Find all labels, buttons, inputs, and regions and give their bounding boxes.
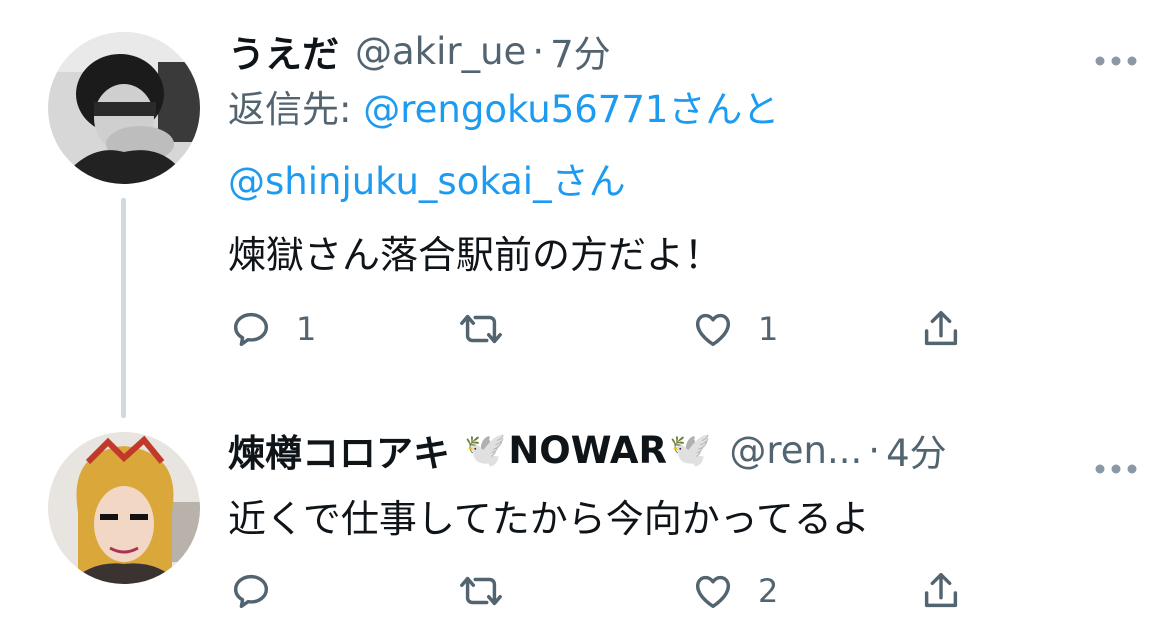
mention-suffix: さん <box>551 160 626 203</box>
reply-button[interactable]: 1 <box>228 304 316 354</box>
avatar-rengoku[interactable] <box>48 432 200 584</box>
reply-icon <box>233 312 269 347</box>
heart-icon <box>695 575 731 609</box>
tweet-2[interactable]: 煉樽コロアキ 🕊️ NOWAR 🕊️ @ren... · 4分 近くで仕事してた… <box>0 400 1170 634</box>
user-handle[interactable]: @ren... <box>729 429 862 472</box>
tweet-text: 煉獄さん落合駅前の方だよ！ <box>228 233 723 277</box>
like-button[interactable]: 2 <box>690 566 778 616</box>
dove-emoji: 🕊️ <box>464 430 507 470</box>
display-name[interactable]: うえだ <box>228 24 339 78</box>
like-count: 2 <box>758 572 779 610</box>
tweet-actions: 2 <box>228 566 988 616</box>
display-name[interactable]: 煉樽コロアキ <box>228 423 450 477</box>
display-name-tag[interactable]: NOWAR <box>508 429 667 472</box>
avatar-ueda[interactable] <box>48 32 200 184</box>
timestamp[interactable]: 4分 <box>886 423 947 477</box>
separator-dot: · <box>868 428 881 472</box>
mention-link[interactable]: @shinjuku_sokai_ <box>228 160 552 203</box>
share-icon <box>924 572 958 608</box>
retweet-icon <box>460 314 502 344</box>
dove-emoji: 🕊️ <box>669 430 712 470</box>
user-handle[interactable]: @akir_ue <box>355 30 526 73</box>
retweet-icon <box>460 576 502 606</box>
heart-icon <box>695 313 731 347</box>
mention-joiner: さんと <box>668 88 780 131</box>
retweet-button[interactable] <box>458 566 504 616</box>
tweet-text: 近くで仕事してたから今向かってるよ <box>228 497 870 541</box>
more-horizontal-icon[interactable] <box>1094 444 1138 484</box>
replying-to: 返信先: @rengoku56771さんと @shinjuku_sokai_さん <box>228 74 779 218</box>
reply-count: 1 <box>296 310 317 348</box>
tweet-1[interactable]: うえだ @akir_ue · 7分 返信先: @rengoku56771さんと … <box>0 0 1170 418</box>
reply-icon <box>233 574 269 609</box>
like-count: 1 <box>758 310 779 348</box>
mention-link[interactable]: @rengoku56771 <box>363 88 668 131</box>
reply-button[interactable] <box>228 566 296 616</box>
retweet-button[interactable] <box>458 304 504 354</box>
thread-connector-line <box>121 198 126 418</box>
share-button[interactable] <box>918 566 964 616</box>
timestamp[interactable]: 7分 <box>550 24 611 78</box>
separator-dot: · <box>532 29 545 73</box>
tweet-actions: 1 1 <box>228 304 988 354</box>
like-button[interactable]: 1 <box>690 304 778 354</box>
tweet-header: 煉樽コロアキ 🕊️ NOWAR 🕊️ @ren... · 4分 <box>228 427 947 476</box>
more-horizontal-icon[interactable] <box>1094 36 1138 76</box>
replying-to-label: 返信先: <box>228 88 364 131</box>
tweet-header: うえだ @akir_ue · 7分 <box>228 28 611 77</box>
share-button[interactable] <box>918 304 964 354</box>
share-icon <box>924 310 958 346</box>
